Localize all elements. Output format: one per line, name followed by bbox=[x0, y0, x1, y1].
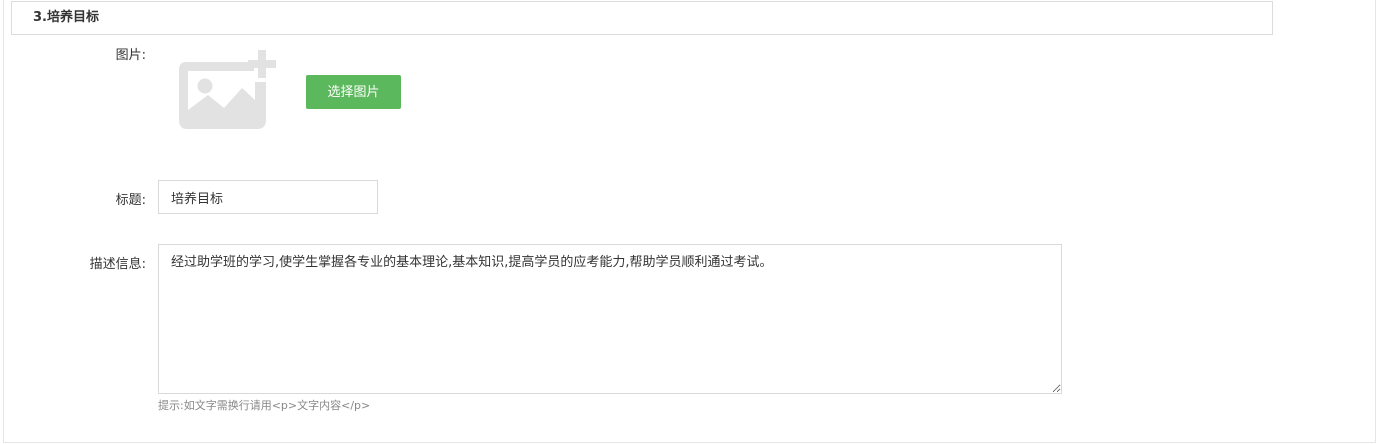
description-textarea[interactable]: 经过助学班的学习,使学生掌握各专业的基本理论,基本知识,提高学员的应考能力,帮助… bbox=[158, 244, 1062, 394]
title-input[interactable] bbox=[158, 180, 378, 214]
section-title: 3.培养目标 bbox=[33, 10, 99, 25]
choose-image-button[interactable]: 选择图片 bbox=[306, 75, 401, 109]
description-hint: 提示:如文字需换行请用<p>文字内容</p> bbox=[158, 399, 371, 412]
image-label: 图片: bbox=[115, 48, 146, 63]
section-header: 3.培养目标 bbox=[11, 1, 1273, 35]
add-image-icon[interactable] bbox=[178, 50, 280, 132]
description-label: 描述信息: bbox=[89, 257, 146, 272]
title-label: 标题: bbox=[115, 193, 146, 208]
